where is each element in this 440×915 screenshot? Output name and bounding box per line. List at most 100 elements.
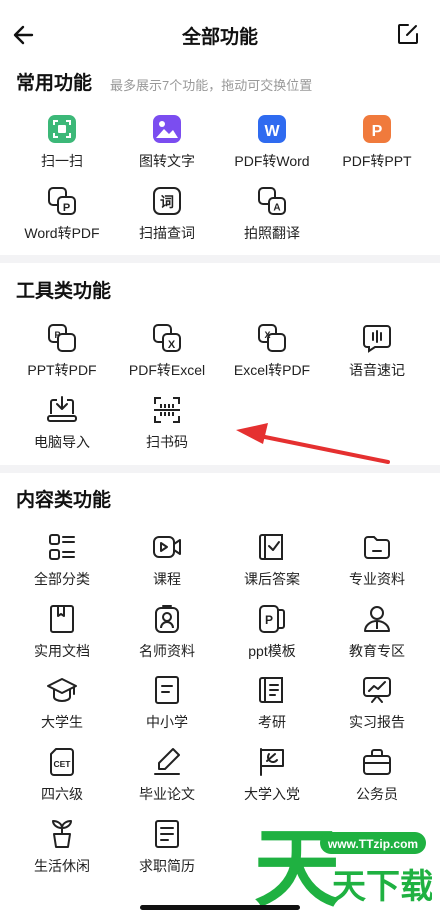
annotation-arrow-icon: [236, 423, 390, 464]
func-image-to-text[interactable]: 图转文字: [112, 113, 222, 181]
func-excel-to-pdf[interactable]: X Excel转PDF: [217, 322, 327, 390]
func-professional[interactable]: 专业资料: [322, 531, 432, 599]
pdf-to-excel-icon: X: [153, 324, 181, 352]
func-label: 四六级: [41, 786, 83, 802]
func-label: 语音速记: [349, 362, 405, 378]
func-internship-report[interactable]: 实习报告: [322, 674, 432, 742]
func-label: 扫一扫: [41, 153, 83, 169]
section-title-common: 常用功能: [16, 73, 93, 94]
func-voice-note[interactable]: 语音速记: [322, 322, 432, 390]
pdf-to-ppt-icon: P: [363, 115, 391, 143]
svg-text:P: P: [63, 202, 70, 214]
voice-note-icon: [363, 325, 391, 353]
scan-icon: [48, 115, 76, 143]
excel-to-pdf-icon: X: [258, 324, 286, 352]
func-pdf-to-word[interactable]: W PDF转Word: [217, 113, 327, 181]
func-teacher[interactable]: 名师资料: [112, 603, 222, 671]
func-civil-servant[interactable]: 公务员: [322, 746, 432, 814]
svg-text:CET: CET: [54, 759, 72, 769]
func-label: 课程: [153, 571, 181, 587]
document-icon: [50, 605, 74, 633]
func-leisure[interactable]: 生活休闲: [7, 818, 117, 886]
exam-icon: [259, 677, 283, 703]
func-label: 拍照翻译: [244, 225, 300, 241]
func-label: 实用文档: [34, 643, 90, 659]
func-education[interactable]: 教育专区: [322, 603, 432, 671]
func-k12[interactable]: 中小学: [112, 674, 222, 742]
func-scan-word[interactable]: 词 扫描查词: [112, 185, 222, 253]
leisure-icon: [52, 820, 72, 848]
watermark-domain: www.TTzip.com: [327, 837, 418, 851]
func-label: 扫描查词: [139, 225, 195, 241]
func-word-to-pdf[interactable]: P Word转PDF: [7, 185, 117, 253]
func-postgrad-exam[interactable]: 考研: [217, 674, 327, 742]
func-label: 中小学: [146, 714, 188, 730]
party-flag-icon: [260, 748, 284, 776]
func-scan-book-code[interactable]: 扫书码: [112, 394, 222, 462]
func-cet[interactable]: CET 四六级: [7, 746, 117, 814]
func-all-categories[interactable]: 全部分类: [7, 531, 117, 599]
func-party[interactable]: 大学入党: [217, 746, 327, 814]
svg-text:X: X: [168, 339, 176, 351]
func-pc-import[interactable]: 电脑导入: [7, 394, 117, 462]
watermark-graphic: 天 www.TTzip.com 天下载: [254, 819, 434, 915]
func-label: 生活休闲: [34, 858, 90, 874]
svg-text:X: X: [264, 330, 270, 340]
resume-icon: [155, 820, 179, 848]
func-pdf-to-ppt[interactable]: P PDF转PPT: [322, 113, 432, 181]
func-label: 课后答案: [244, 571, 300, 587]
func-label: 实习报告: [349, 714, 405, 730]
scan-book-code-icon: [154, 397, 180, 423]
section-subtitle-common: 最多展示7个功能，拖动可交换位置: [110, 78, 313, 93]
func-label: 毕业论文: [139, 786, 195, 802]
education-icon: [364, 606, 390, 632]
section-divider: [0, 255, 440, 263]
func-label: 考研: [258, 714, 286, 730]
func-label: PPT转PDF: [27, 362, 97, 378]
func-label: 名师资料: [139, 643, 195, 659]
func-label: PDF转PPT: [342, 153, 412, 169]
func-ppt-to-pdf[interactable]: P PPT转PDF: [7, 322, 117, 390]
func-photo-translate[interactable]: A 拍照翻译: [217, 185, 327, 253]
home-indicator: [140, 905, 300, 910]
func-label: 专业资料: [349, 571, 405, 587]
func-ppt-template[interactable]: P ppt模板: [217, 603, 327, 671]
section-title-content: 内容类功能: [16, 490, 112, 511]
func-label: PDF转Excel: [128, 362, 206, 378]
scan-word-icon: 词: [153, 187, 181, 215]
func-label: 教育专区: [349, 643, 405, 659]
func-label: Excel转PDF: [233, 362, 311, 378]
func-document[interactable]: 实用文档: [7, 603, 117, 671]
section-divider: [0, 465, 440, 473]
svg-text:P: P: [265, 613, 273, 627]
func-label: PDF转Word: [234, 153, 310, 169]
func-resume[interactable]: 求职简历: [112, 818, 222, 886]
civil-servant-icon: [363, 749, 391, 775]
func-university[interactable]: 大学生: [7, 674, 117, 742]
report-icon: [363, 677, 391, 703]
word-to-pdf-icon: P: [48, 187, 76, 215]
func-scan[interactable]: 扫一扫: [7, 113, 117, 181]
ppt-template-icon: P: [259, 605, 285, 633]
func-answers[interactable]: 课后答案: [217, 531, 327, 599]
pc-import-icon: [47, 396, 77, 422]
func-pdf-to-excel[interactable]: X PDF转Excel: [112, 322, 222, 390]
func-label: 公务员: [356, 786, 398, 802]
edit-icon[interactable]: [396, 22, 420, 46]
svg-text:A: A: [273, 203, 280, 214]
pdf-to-word-icon: W: [258, 115, 286, 143]
func-label: 大学入党: [244, 786, 300, 802]
func-label: 图转文字: [139, 153, 195, 169]
func-thesis[interactable]: 毕业论文: [112, 746, 222, 814]
func-label: Word转PDF: [24, 225, 100, 241]
func-label: 扫书码: [146, 434, 188, 450]
section-title-tools: 工具类功能: [16, 281, 112, 302]
cet-icon: CET: [50, 748, 74, 776]
func-course[interactable]: 课程: [112, 531, 222, 599]
watermark-brand-small: 天下载: [332, 867, 432, 907]
func-label: 全部分类: [34, 571, 90, 587]
all-categories-icon: [49, 534, 75, 560]
school-icon: [155, 676, 179, 704]
func-label: 求职简历: [139, 858, 195, 874]
func-label: 电脑导入: [34, 434, 90, 450]
